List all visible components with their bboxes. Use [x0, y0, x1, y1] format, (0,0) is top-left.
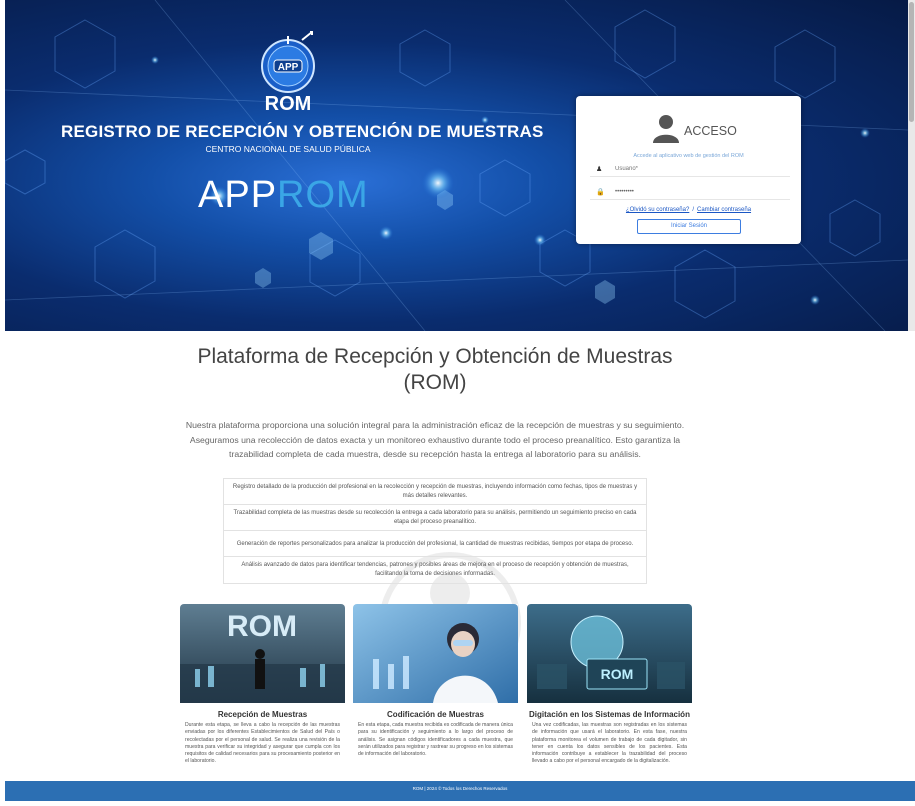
username-input[interactable] — [615, 163, 785, 175]
card-image-globe-monitor: ROM — [527, 604, 692, 703]
card-text: En esta etapa, cada muestra recibida es … — [358, 722, 513, 758]
hero-banner: APP ROM REGISTRO DE RECEPCIÓN Y OBTENCIÓ… — [5, 0, 908, 331]
scrollbar-thumb[interactable] — [909, 2, 914, 122]
lock-icon: 🔒 — [596, 189, 605, 196]
login-title: ACCESO — [684, 124, 737, 138]
card-image-lab-rom: ROM — [180, 604, 345, 703]
card-image-text: ROM — [227, 610, 297, 643]
login-description: Accede al aplicativo web de gestión del … — [633, 153, 744, 159]
approm-brand: APPROM — [198, 174, 369, 217]
person-icon: ♟ — [596, 166, 603, 173]
card-text: Durante esta etapa, se lleva a cabo la r… — [185, 722, 340, 765]
brand-rom: ROM — [277, 174, 369, 216]
intro-paragraph: Nuestra plataforma proporciona una soluc… — [185, 420, 685, 459]
feature-cell: Análisis avanzado de datos para identifi… — [223, 556, 647, 584]
card-image-text: ROM — [601, 666, 634, 682]
card-recepcion: ROM Recepción de Muestras Durante esta e… — [180, 604, 345, 782]
password-field-row: 🔒 — [590, 186, 790, 200]
password-input[interactable] — [615, 186, 785, 198]
logo-app-text: APP — [278, 62, 299, 73]
username-field-row: ♟ — [590, 163, 790, 177]
rom-logo: APP ROM — [252, 30, 324, 115]
table-row: Análisis avanzado de datos para identifi… — [223, 556, 647, 584]
links-separator: / — [692, 207, 694, 213]
login-card: ACCESO Accede al aplicativo web de gesti… — [576, 96, 801, 244]
card-digitacion: ROM Digitación en los Sistemas de Inform… — [527, 604, 692, 782]
hero-subtitle: CENTRO NACIONAL DE SALUD PÚBLICA — [205, 144, 371, 154]
feature-cell: Registro detallado de la producción del … — [223, 477, 647, 506]
logo-rom-text: ROM — [265, 93, 312, 112]
forgot-password-link[interactable]: ¿Olvidó su contraseña? — [626, 207, 689, 213]
change-password-link[interactable]: Cambiar contraseña — [697, 207, 751, 213]
card-title: Codificación de Muestras — [387, 710, 484, 719]
login-button[interactable]: Iniciar Sesión — [637, 219, 741, 234]
footer: ROM | 2024 © Todos los Derechos Reservad… — [5, 781, 915, 801]
hero-title: REGISTRO DE RECEPCIÓN Y OBTENCIÓN DE MUE… — [61, 122, 544, 141]
card-title: Recepción de Muestras — [217, 710, 308, 719]
page-title: Plataforma de Recepción y Obtención de M… — [197, 345, 673, 394]
table-row: Registro detallado de la producción del … — [223, 477, 647, 506]
card-text: Una vez codificadas, las muestras son re… — [532, 722, 687, 765]
brand-app: APP — [198, 174, 278, 216]
user-silhouette-icon — [653, 115, 679, 143]
features-table: Registro detallado de la producción del … — [223, 477, 647, 584]
card-codificacion: Codificación de Muestras En esta etapa, … — [353, 604, 518, 782]
table-row: Generación de reportes personalizados pa… — [223, 530, 647, 558]
feature-cell: Trazabilidad completa de las muestras de… — [223, 504, 647, 532]
login-links: ¿Olvidó su contraseña? / Cambiar contraseñ… — [576, 207, 801, 213]
feature-cell: Generación de reportes personalizados pa… — [223, 530, 647, 558]
card-title: Digitación en los Sistemas de Informació… — [529, 710, 690, 719]
table-row: Trazabilidad completa de las muestras de… — [223, 504, 647, 532]
card-image-scientist — [353, 604, 518, 703]
